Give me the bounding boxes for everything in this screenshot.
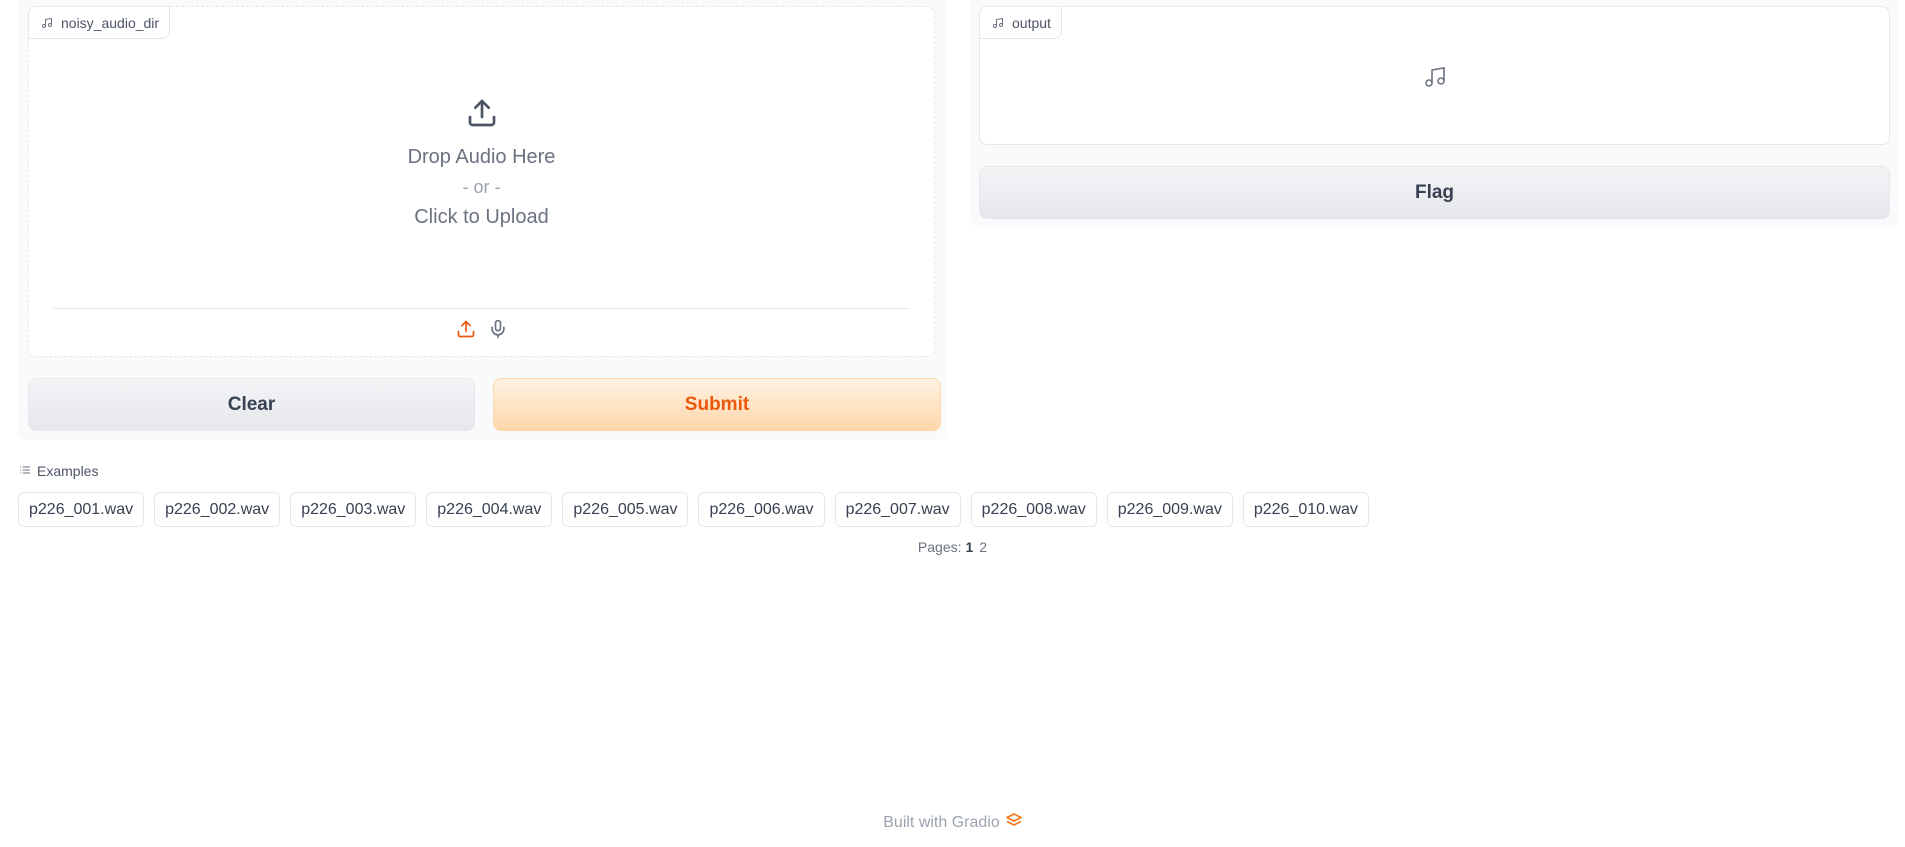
audio-output-player: output (979, 6, 1890, 145)
output-label-chip: output (979, 6, 1062, 39)
example-item[interactable]: p226_007.wav (834, 492, 961, 527)
pagination: Pages: 1 2 (0, 539, 1905, 555)
source-divider (53, 308, 910, 309)
footer-text[interactable]: Built with Gradio (883, 814, 1000, 832)
example-item[interactable]: p226_010.wav (1242, 492, 1369, 527)
input-panel: noisy_audio_dir Drop Audio Here - or - C… (18, 0, 947, 440)
gradio-logo-icon (1005, 813, 1022, 832)
examples-list: p226_001.wav p226_002.wav p226_003.wav p… (18, 492, 1369, 527)
empty-output-placeholder (980, 65, 1889, 94)
click-to-upload-text[interactable]: Click to Upload (414, 202, 549, 232)
upload-source-icon[interactable] (456, 319, 476, 344)
drop-area[interactable]: Drop Audio Here - or - Click to Upload (29, 97, 934, 232)
example-item[interactable]: p226_001.wav (18, 492, 145, 527)
page-link[interactable]: 2 (979, 539, 987, 555)
music-note-icon (992, 17, 1004, 29)
submit-button[interactable]: Submit (493, 378, 941, 431)
clear-button[interactable]: Clear (28, 378, 475, 431)
audio-upload-dropzone[interactable]: noisy_audio_dir Drop Audio Here - or - C… (28, 6, 935, 357)
flag-button[interactable]: Flag (979, 166, 1890, 219)
example-item[interactable]: p226_005.wav (562, 492, 689, 527)
examples-title: Examples (37, 463, 99, 479)
footer: Built with Gradio (0, 813, 1905, 832)
upload-icon (466, 97, 498, 134)
input-label-chip: noisy_audio_dir (28, 6, 171, 39)
source-selector (29, 319, 934, 344)
example-item[interactable]: p226_006.wav (698, 492, 825, 527)
example-item[interactable]: p226_002.wav (154, 492, 281, 527)
drop-or-text: - or - (462, 177, 501, 197)
page-current[interactable]: 1 (966, 539, 974, 555)
pages-label: Pages: (917, 539, 962, 555)
drop-audio-text: Drop Audio Here (407, 146, 556, 168)
music-note-icon (1423, 65, 1447, 94)
output-label: output (1012, 14, 1051, 31)
list-icon (19, 463, 31, 479)
examples-header: Examples (19, 463, 98, 479)
microphone-icon[interactable] (488, 319, 508, 344)
output-panel: output Flag (971, 0, 1898, 227)
input-label: noisy_audio_dir (61, 14, 160, 31)
example-item[interactable]: p226_009.wav (1106, 492, 1233, 527)
example-item[interactable]: p226_008.wav (970, 492, 1097, 527)
example-item[interactable]: p226_003.wav (290, 492, 417, 527)
music-note-icon (41, 17, 53, 29)
example-item[interactable]: p226_004.wav (426, 492, 553, 527)
